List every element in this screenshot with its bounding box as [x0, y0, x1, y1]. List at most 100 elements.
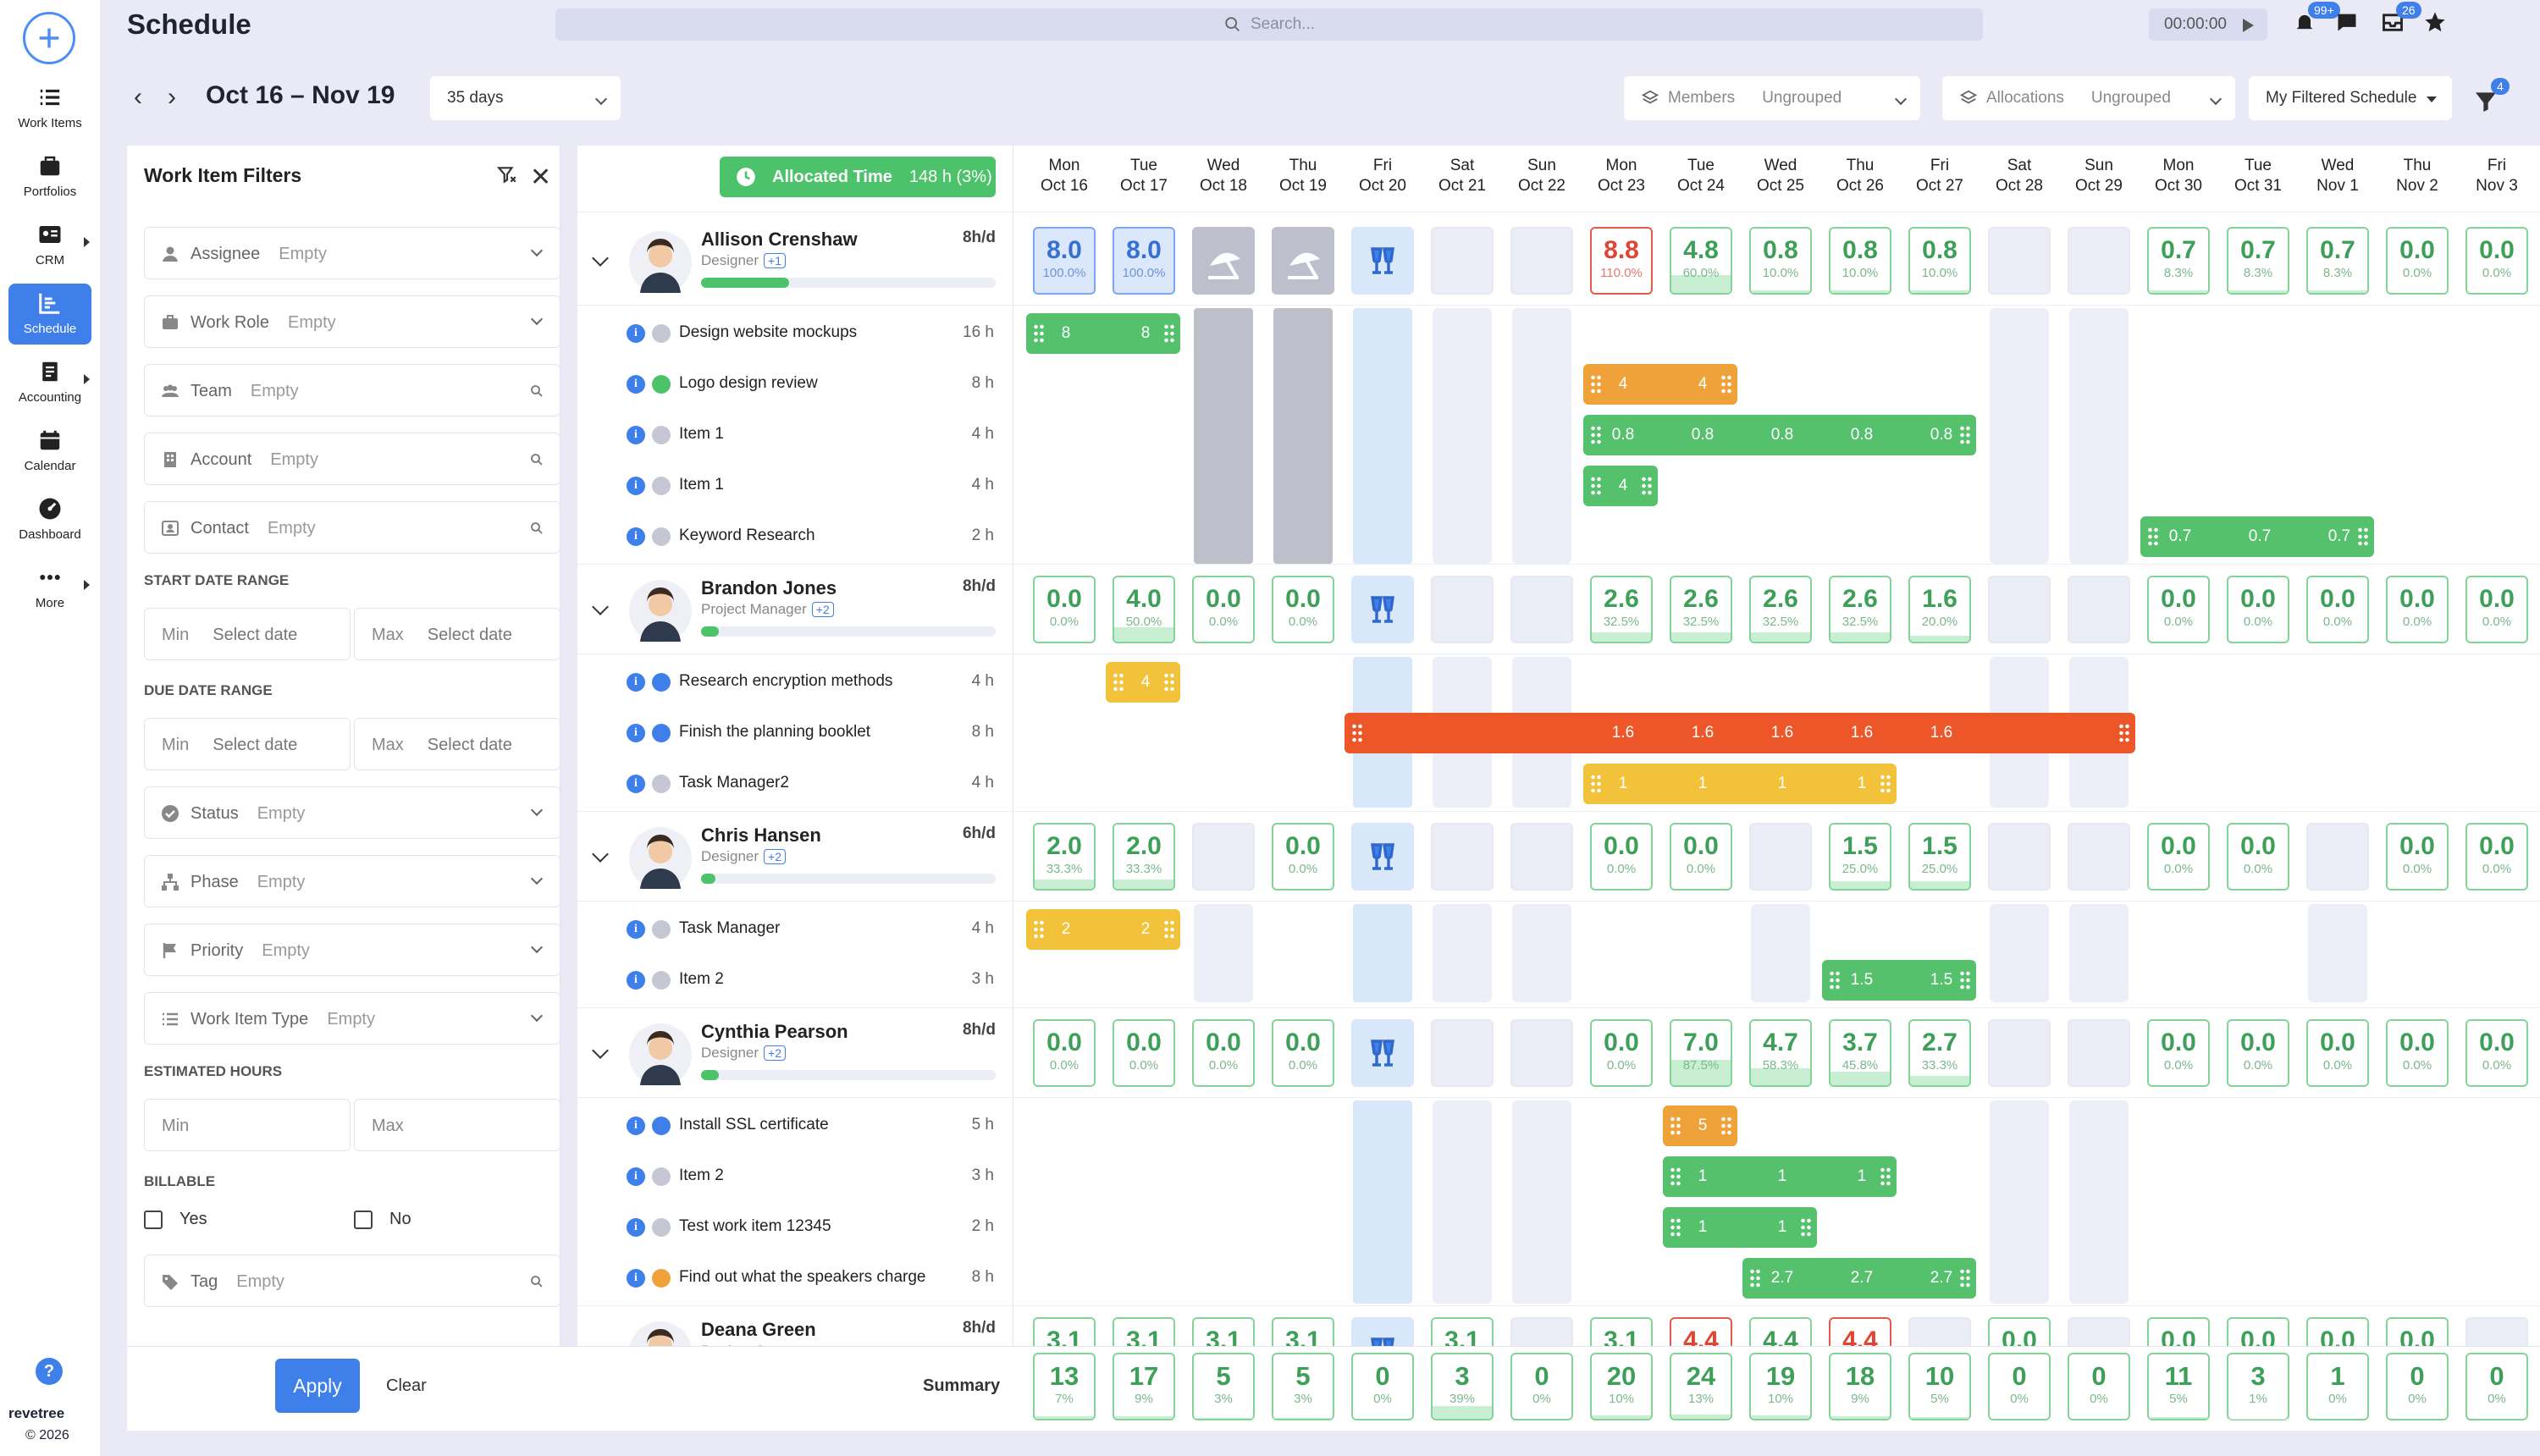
capacity-cell[interactable]: 0.0 0.0%	[2227, 1019, 2289, 1087]
capacity-cell[interactable]: 0.0	[2227, 1317, 2289, 1346]
extra-roles-badge[interactable]: +2	[811, 602, 834, 617]
capacity-cell[interactable]	[1192, 823, 1255, 891]
info-icon[interactable]: i	[627, 724, 645, 742]
work-item-name[interactable]: Task Manager2	[679, 774, 789, 792]
capacity-cell[interactable]: 0.0 0.0%	[1590, 1019, 1653, 1087]
next-range-button[interactable]: ›	[168, 83, 176, 112]
phase-filter[interactable]: Phase Empty	[144, 855, 560, 907]
capacity-cell[interactable]: 0.0 0.0%	[2386, 576, 2449, 643]
capacity-cell[interactable]	[1431, 823, 1494, 891]
favorites-button[interactable]	[2423, 10, 2450, 37]
capacity-cell[interactable]	[1510, 823, 1573, 891]
capacity-cell[interactable]	[1431, 227, 1494, 295]
capacity-cell[interactable]	[2068, 576, 2130, 643]
capacity-cell[interactable]: 0.0 0.0%	[2465, 823, 2528, 891]
capacity-cell[interactable]: 0.0 0.0%	[2306, 1019, 2369, 1087]
capacity-cell[interactable]	[1431, 1019, 1494, 1087]
capacity-cell[interactable]	[1749, 823, 1812, 891]
work-item-name[interactable]: Design website mockups	[679, 323, 857, 342]
nav-item-accounting[interactable]: Accounting	[8, 352, 91, 413]
view-select[interactable]: My Filtered Schedule	[2249, 76, 2452, 120]
work-item-row[interactable]: i Item 2 3 h	[577, 1151, 1013, 1202]
work-item-name[interactable]: Item 2	[679, 1166, 724, 1185]
nav-item-work-items[interactable]: Work Items	[8, 78, 91, 139]
capacity-cell[interactable]: 3.7 45.8%	[1829, 1019, 1891, 1087]
capacity-cell[interactable]	[1510, 1019, 1573, 1087]
info-icon[interactable]: i	[627, 1117, 645, 1135]
capacity-cell[interactable]: 8.0 100.0%	[1033, 227, 1096, 295]
capacity-cell[interactable]: 3.1	[1590, 1317, 1653, 1346]
capacity-cell[interactable]: 0.0 0.0%	[1192, 576, 1255, 643]
capacity-cell[interactable]: 4.4	[1670, 1317, 1732, 1346]
nav-item-schedule[interactable]: Schedule	[8, 284, 91, 345]
apply-filters-button[interactable]: Apply	[275, 1359, 360, 1413]
capacity-cell[interactable]: 2.7 33.3%	[1908, 1019, 1971, 1087]
capacity-cell[interactable]	[1272, 227, 1334, 295]
allocation-bar[interactable]: 4	[1106, 662, 1180, 703]
info-icon[interactable]: i	[627, 1167, 645, 1186]
capacity-cell[interactable]: 0.0 0.0%	[2386, 823, 2449, 891]
capacity-cell[interactable]: 0.0 0.0%	[1272, 1019, 1334, 1087]
work-item-row[interactable]: i Item 2 3 h	[577, 955, 1013, 1006]
capacity-cell[interactable]	[1988, 1019, 2051, 1087]
capacity-cell[interactable]: 4.8 60.0%	[1670, 227, 1732, 295]
priority-filter[interactable]: Priority Empty	[144, 924, 560, 976]
work-item-row[interactable]: i Install SSL certificate 5 h	[577, 1100, 1013, 1151]
info-icon[interactable]: i	[627, 971, 645, 990]
capacity-cell[interactable]: 4.4	[1749, 1317, 1812, 1346]
capacity-cell[interactable]: 0.8 10.0%	[1908, 227, 1971, 295]
capacity-cell[interactable]	[1351, 576, 1414, 643]
capacity-cell[interactable]	[1908, 1317, 1971, 1346]
help-button[interactable]: ?	[36, 1358, 63, 1385]
capacity-cell[interactable]	[1510, 1317, 1573, 1346]
work-item-row[interactable]: i Find out what the speakers charge 8 h	[577, 1253, 1013, 1304]
capacity-cell[interactable]: 0.0 0.0%	[2465, 227, 2528, 295]
work-item-name[interactable]: Find out what the speakers charge	[679, 1268, 926, 1287]
extra-roles-badge[interactable]: +2	[764, 849, 787, 864]
drag-handle-icon[interactable]	[1351, 723, 1363, 743]
work-item-name[interactable]: Keyword Research	[679, 527, 815, 545]
search-input[interactable]: Search...	[555, 8, 1983, 41]
capacity-cell[interactable]: 3.1	[1431, 1317, 1494, 1346]
work-item-row[interactable]: i Logo design review 8 h	[577, 359, 1013, 410]
capacity-cell[interactable]: 0.7 8.3%	[2306, 227, 2369, 295]
capacity-cell[interactable]	[1351, 1317, 1414, 1346]
capacity-cell[interactable]: 3.1	[1272, 1317, 1334, 1346]
status-filter[interactable]: Status Empty	[144, 786, 560, 839]
capacity-cell[interactable]	[2068, 227, 2130, 295]
capacity-cell[interactable]: 0.7 8.3%	[2147, 227, 2210, 295]
allocation-bar[interactable]: 11	[1663, 1207, 1817, 1248]
capacity-cell[interactable]: 3.1	[1033, 1317, 1096, 1346]
capacity-cell[interactable]: 0.0 0.0%	[2147, 1019, 2210, 1087]
start-date-max-input[interactable]: Max Select date	[354, 608, 560, 660]
capacity-cell[interactable]: 0.0 0.0%	[2386, 227, 2449, 295]
info-icon[interactable]: i	[627, 1218, 645, 1237]
allocation-bar[interactable]: 44	[1583, 364, 1737, 405]
capacity-cell[interactable]: 4.4	[1829, 1317, 1891, 1346]
work-item-name[interactable]: Logo design review	[679, 374, 818, 393]
info-icon[interactable]: i	[627, 375, 645, 394]
allocation-bar[interactable]: 88	[1026, 313, 1180, 354]
member-row[interactable]: Cynthia Pearson Designer +2 8h/d	[577, 1011, 1013, 1100]
work-item-row[interactable]: i Design website mockups 16 h	[577, 308, 1013, 359]
capacity-cell[interactable]: 8.0 100.0%	[1113, 227, 1175, 295]
play-icon[interactable]	[2243, 19, 2254, 32]
work-item-name[interactable]: Finish the planning booklet	[679, 723, 870, 742]
work-item-row[interactable]: i Research encryption methods 4 h	[577, 657, 1013, 708]
chevron-down-icon[interactable]	[592, 250, 609, 267]
allocation-bar[interactable]: 2.7 2.7 2.7	[1742, 1258, 1976, 1299]
allocation-bar[interactable]: 4	[1583, 466, 1658, 506]
capacity-cell[interactable]	[2465, 1317, 2528, 1346]
members-group-select[interactable]: Members Ungrouped	[1624, 76, 1920, 120]
time-tracker[interactable]: 00:00:00	[2149, 8, 2267, 41]
capacity-cell[interactable]: 0.0 0.0%	[1272, 576, 1334, 643]
chevron-down-icon[interactable]	[592, 1042, 609, 1059]
work-item-name[interactable]: Task Manager	[679, 919, 780, 938]
capacity-cell[interactable]	[2306, 823, 2369, 891]
member-row[interactable]: Brandon Jones Project Manager +2 8h/d	[577, 567, 1013, 657]
account-filter[interactable]: Account Empty	[144, 433, 560, 485]
capacity-cell[interactable]: 0.0 0.0%	[2386, 1019, 2449, 1087]
allocation-bar[interactable]: 1.6 1.6 1.6 1.6 1.6	[1345, 713, 2135, 753]
capacity-cell[interactable]: 0.0 0.0%	[1033, 1019, 1096, 1087]
team-filter[interactable]: Team Empty	[144, 364, 560, 416]
